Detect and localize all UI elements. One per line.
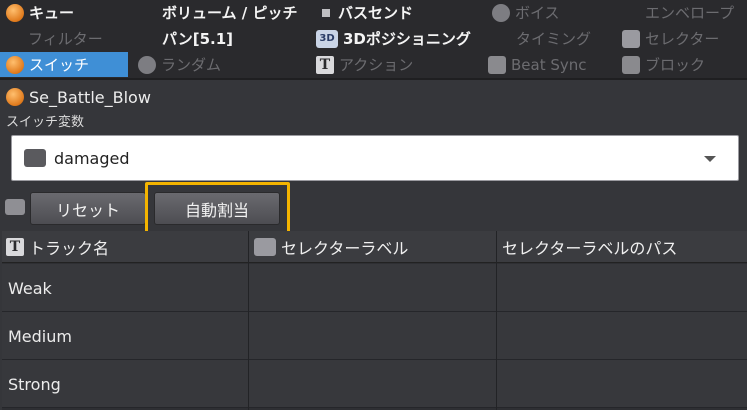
tab-label: キュー — [29, 4, 75, 22]
tab-beat-sync[interactable]: Beat Sync — [488, 52, 587, 77]
reset-button[interactable]: リセット — [30, 192, 146, 225]
track-name-cell: Strong — [8, 374, 61, 394]
tab-random[interactable]: ランダム — [138, 52, 221, 77]
selector-icon — [622, 29, 640, 48]
tab-timing[interactable]: タイミング — [516, 26, 591, 51]
beat-sync-icon — [488, 55, 506, 74]
switch-variable-dropdown[interactable]: damaged — [11, 135, 739, 181]
tab-label: ボリューム / ピッチ — [162, 4, 298, 22]
tab-block[interactable]: ブロック — [622, 52, 705, 77]
tab-selector[interactable]: セレクター — [622, 26, 719, 51]
tab-filter[interactable]: フィルター — [28, 26, 103, 51]
tab-label: フィルター — [28, 30, 103, 48]
tab-label: アクション — [339, 56, 414, 74]
block-icon — [622, 55, 640, 74]
table-row[interactable]: Weak — [2, 264, 747, 312]
tab-3d-positioning[interactable]: 3D 3Dポジショニング — [316, 26, 471, 51]
tab-label: セレクター — [645, 30, 720, 48]
object-header: Se_Battle_Blow — [0, 86, 151, 108]
tab-label: ブロック — [645, 56, 706, 74]
tab-label: タイミング — [516, 30, 592, 48]
highlight-frame — [145, 182, 290, 235]
tab-label: スイッチ — [29, 56, 90, 74]
column-label: セレクターラベル — [281, 239, 409, 258]
tab-label: ランダム — [161, 56, 222, 74]
track-table: T トラック名 セレクターラベル セレクターラベルのパス Weak Medium… — [2, 231, 747, 410]
tab-bus-send[interactable]: バスセンド — [322, 0, 413, 25]
column-header-selector-label-path[interactable]: セレクターラベルのパス — [502, 231, 677, 263]
tab-switch[interactable]: スイッチ — [0, 52, 128, 77]
track-name-cell: Weak — [8, 278, 52, 298]
chevron-down-icon — [704, 156, 716, 162]
tab-label: パン[5.1] — [162, 30, 234, 48]
tab-volume-pitch[interactable]: ボリューム / ピッチ — [162, 0, 297, 25]
tab-action[interactable]: T アクション — [316, 52, 413, 77]
3d-icon: 3D — [316, 29, 338, 48]
tab-label: エンベロープ — [645, 4, 735, 22]
tab-voice[interactable]: ボイス — [492, 0, 560, 25]
voice-icon — [492, 3, 510, 22]
table-row[interactable]: Strong — [2, 360, 747, 408]
tab-label: 3Dポジショニング — [343, 30, 471, 48]
tab-label: Beat Sync — [511, 55, 587, 74]
table-row[interactable]: Medium — [2, 312, 747, 360]
tab-cue[interactable]: キュー — [6, 0, 74, 25]
tab-pan[interactable]: パン[5.1] — [162, 26, 233, 51]
switch-variable-label: スイッチ変数 — [6, 115, 85, 130]
tab-label: ボイス — [515, 4, 560, 22]
column-divider — [248, 231, 249, 410]
property-tabs: キュー ボリューム / ピッチ バスセンド ボイス エンベロープ フィルター パ… — [0, 0, 747, 78]
column-divider — [496, 231, 497, 410]
column-label: セレクターラベルのパス — [502, 239, 678, 258]
tab-label: バスセンド — [338, 4, 414, 22]
table-header: T トラック名 セレクターラベル セレクターラベルのパス — [2, 231, 747, 263]
switch-cue-icon — [6, 88, 24, 106]
column-header-track-name[interactable]: T トラック名 — [6, 231, 109, 263]
text-icon: T — [316, 55, 334, 74]
column-label: トラック名 — [29, 239, 110, 258]
object-name: Se_Battle_Blow — [29, 87, 151, 107]
text-icon: T — [6, 238, 24, 256]
selector-icon — [5, 199, 25, 215]
switch-icon — [6, 55, 24, 74]
random-icon — [138, 55, 156, 74]
column-header-selector-label[interactable]: セレクターラベル — [254, 231, 408, 263]
square-icon — [322, 8, 330, 17]
selector-icon — [254, 238, 276, 256]
tab-envelope[interactable]: エンベロープ — [645, 0, 734, 25]
switch-variable-value: damaged — [54, 148, 130, 168]
selector-icon — [24, 149, 46, 167]
track-name-cell: Medium — [8, 326, 72, 346]
cue-icon — [6, 3, 24, 22]
